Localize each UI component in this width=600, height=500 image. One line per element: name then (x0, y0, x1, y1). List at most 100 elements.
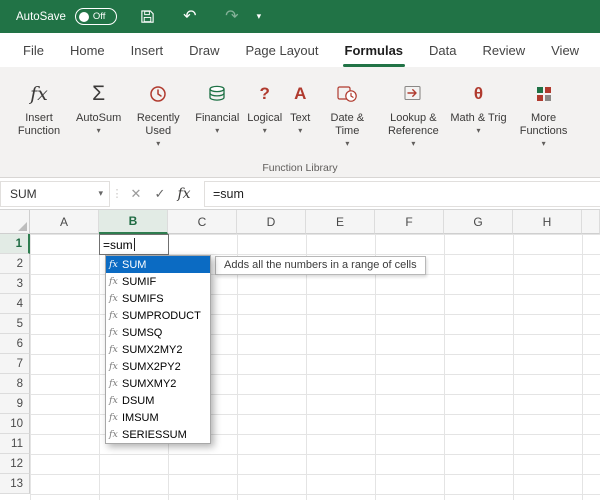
row-header-11[interactable]: 11 (0, 434, 30, 454)
financial-button[interactable]: Financial ▾ (192, 77, 242, 137)
tab-formulas[interactable]: Formulas (332, 33, 417, 67)
function-name: SUMIF (122, 276, 156, 288)
tab-data[interactable]: Data (416, 33, 469, 67)
excel-window: AutoSave Off ↶ ↷ ▾ File Home Insert Draw… (0, 0, 600, 500)
insert-function-button[interactable]: fx Insert Function (7, 77, 71, 140)
dropdown-caret-icon: ▾ (263, 127, 267, 135)
row-header-13[interactable]: 13 (0, 474, 30, 494)
autocomplete-item-sumifs[interactable]: fxSUMIFS (106, 290, 210, 307)
date-time-button[interactable]: Date & Time ▾ (315, 77, 379, 150)
row-header-4[interactable]: 4 (0, 294, 30, 314)
row-header-12[interactable]: 12 (0, 454, 30, 474)
tab-label: Formulas (345, 43, 404, 58)
autosum-sigma-icon: Σ (92, 79, 105, 109)
function-name: SUM (122, 259, 146, 271)
select-all-corner[interactable] (0, 210, 30, 234)
column-header-d[interactable]: D (237, 210, 306, 234)
formula-input[interactable]: =sum (204, 181, 600, 207)
column-header-a[interactable]: A (30, 210, 99, 234)
row-header-10[interactable]: 10 (0, 414, 30, 434)
ribbon-button-label: Text (290, 112, 310, 125)
autocomplete-item-sumxmy2[interactable]: fxSUMXMY2 (106, 375, 210, 392)
title-bar: AutoSave Off ↶ ↷ ▾ (0, 0, 600, 33)
ribbon-button-label: Financial (195, 112, 239, 125)
ribbon-button-label: Date & Time (318, 112, 376, 138)
autocomplete-item-seriessum[interactable]: fxSERIESSUM (106, 426, 210, 443)
worksheet-grid: A B C D E F G H 1 2 3 4 5 6 7 8 9 10 11 … (0, 210, 600, 500)
tab-review[interactable]: Review (470, 33, 539, 67)
math-trig-button[interactable]: θ Math & Trig ▾ (447, 77, 509, 137)
lookup-reference-icon (403, 79, 423, 109)
autocomplete-item-sumx2py2[interactable]: fxSUMX2PY2 (106, 358, 210, 375)
more-functions-button[interactable]: More Functions ▾ (512, 77, 576, 150)
tab-label: Page Layout (246, 43, 319, 58)
ribbon-function-library: fx Insert Function Σ AutoSum ▾ Recently … (0, 67, 600, 178)
financial-coins-icon (207, 79, 227, 109)
autosum-button[interactable]: Σ AutoSum ▾ (73, 77, 124, 137)
autosave-toggle[interactable]: Off (75, 8, 117, 25)
tab-label: File (23, 43, 44, 58)
autocomplete-item-sumif[interactable]: fxSUMIF (106, 273, 210, 290)
text-button[interactable]: A Text ▾ (287, 77, 313, 137)
more-functions-icon (534, 79, 554, 109)
function-name: SUMXMY2 (122, 378, 176, 390)
column-header-h[interactable]: H (513, 210, 582, 234)
autocomplete-item-sumsq[interactable]: fxSUMSQ (106, 324, 210, 341)
ribbon-button-label: Math & Trig (450, 112, 506, 125)
column-header-g[interactable]: G (444, 210, 513, 234)
dropdown-caret-icon: ▾ (542, 140, 546, 148)
chevron-down-icon: ▾ (257, 11, 262, 22)
enter-button[interactable]: ✓ (148, 181, 172, 207)
column-header-f[interactable]: F (375, 210, 444, 234)
tab-view[interactable]: View (538, 33, 592, 67)
row-header-7[interactable]: 7 (0, 354, 30, 374)
active-cell-b1[interactable]: =sum (99, 234, 169, 255)
function-tooltip: Adds all the numbers in a range of cells (215, 256, 426, 275)
ribbon-button-label: Insert Function (10, 112, 68, 138)
insert-function-fx-button[interactable]: fx (172, 181, 196, 207)
save-button[interactable] (137, 4, 159, 30)
tab-insert[interactable]: Insert (118, 33, 177, 67)
ribbon-button-label: Logical (247, 112, 282, 125)
recently-used-button[interactable]: Recently Used ▾ (126, 77, 190, 150)
tab-label: View (551, 43, 579, 58)
row-header-1[interactable]: 1 (0, 234, 30, 254)
column-header-e[interactable]: E (306, 210, 375, 234)
ribbon-group-label: Function Library (0, 162, 600, 174)
row-header-9[interactable]: 9 (0, 394, 30, 414)
logical-button[interactable]: ? Logical ▾ (244, 77, 285, 137)
name-box-caret-icon[interactable]: ▾ (98, 188, 103, 199)
fx-icon: fx (109, 293, 122, 304)
cell-text: =sum (103, 238, 133, 252)
autocomplete-item-sumx2my2[interactable]: fxSUMX2MY2 (106, 341, 210, 358)
undo-button[interactable]: ↶ (179, 4, 201, 30)
redo-icon: ↷ (225, 9, 238, 25)
row-header-5[interactable]: 5 (0, 314, 30, 334)
autocomplete-item-sumproduct[interactable]: fxSUMPRODUCT (106, 307, 210, 324)
row-header-2[interactable]: 2 (0, 254, 30, 274)
column-header-c[interactable]: C (168, 210, 237, 234)
row-header-3[interactable]: 3 (0, 274, 30, 294)
function-name: SUMX2PY2 (122, 361, 181, 373)
autocomplete-item-dsum[interactable]: fxDSUM (106, 392, 210, 409)
row-header-8[interactable]: 8 (0, 374, 30, 394)
tab-draw[interactable]: Draw (176, 33, 232, 67)
dropdown-caret-icon: ▾ (215, 127, 219, 135)
autocomplete-item-imsum[interactable]: fxIMSUM (106, 409, 210, 426)
tab-label: Home (70, 43, 105, 58)
redo-button[interactable]: ↷ (221, 4, 243, 30)
column-header-row: A B C D E F G H (30, 210, 600, 234)
column-header-b[interactable]: B (99, 210, 168, 234)
lookup-reference-button[interactable]: Lookup & Reference ▾ (381, 77, 445, 150)
fx-icon: fx (109, 378, 122, 389)
autocomplete-item-sum[interactable]: fxSUM (106, 256, 210, 273)
quick-access-caret-button[interactable]: ▾ (251, 4, 267, 30)
tab-file[interactable]: File (10, 33, 57, 67)
tab-page-layout[interactable]: Page Layout (233, 33, 332, 67)
function-autocomplete-dropdown: fxSUM fxSUMIF fxSUMIFS fxSUMPRODUCT fxSU… (105, 255, 211, 444)
text-cursor (134, 238, 135, 251)
name-box[interactable]: SUM ▾ (0, 181, 110, 207)
cancel-button[interactable]: ✕ (124, 181, 148, 207)
row-header-6[interactable]: 6 (0, 334, 30, 354)
tab-home[interactable]: Home (57, 33, 118, 67)
